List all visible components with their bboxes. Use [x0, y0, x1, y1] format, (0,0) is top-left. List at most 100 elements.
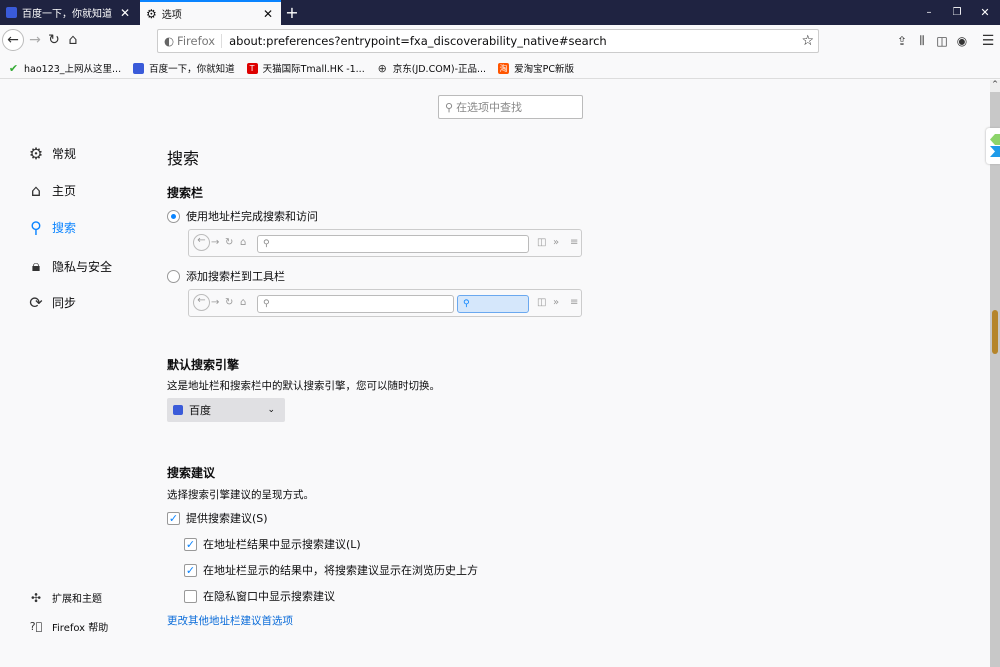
- search-icon: ⚲: [445, 100, 454, 114]
- firefox-identity-icon: ◐: [164, 34, 175, 48]
- radio-label: 使用地址栏完成搜索和访问: [186, 210, 318, 223]
- puzzle-icon: ✣: [30, 590, 42, 605]
- back-button[interactable]: ←: [2, 29, 24, 51]
- restore-button[interactable]: ❐: [946, 0, 968, 25]
- navigation-toolbar: ← → ↻ ⌂ ◐ Firefox about:preferences?entr…: [0, 25, 1000, 58]
- scrollbar-thumb[interactable]: [992, 310, 998, 354]
- bookmark-label: 天猫国际Tmall.HK -1...: [262, 64, 365, 75]
- home-icon: ⌂: [30, 181, 42, 200]
- close-tab-icon[interactable]: ✕: [263, 7, 273, 21]
- search-icon: ⚲: [30, 218, 42, 237]
- search-placeholder: 在选项中查找: [456, 101, 523, 114]
- bookmark-tmall[interactable]: T 天猫国际Tmall.HK -1...: [246, 61, 365, 75]
- forward-button[interactable]: →: [26, 30, 44, 50]
- checkbox-private-suggestions[interactable]: 在隐私窗口中显示搜索建议: [184, 588, 335, 604]
- floating-extension-badge[interactable]: [986, 128, 1000, 164]
- taobao-icon: 淘: [498, 62, 510, 74]
- tab-options[interactable]: ⚙ 选项 ✕: [140, 0, 281, 25]
- bookmarks-toolbar: ✔ hao123_上网从这里... 百度一下，你就知道 T 天猫国际Tmall.HK…: [0, 58, 1000, 79]
- radio-add-searchbar[interactable]: 添加搜索栏到工具栏: [167, 268, 285, 284]
- checkbox-label: 在地址栏结果中显示搜索建议(L): [203, 538, 361, 551]
- sidebar-item-label: Firefox 帮助: [52, 623, 109, 634]
- page-title: 搜索: [167, 149, 200, 168]
- menu-icon[interactable]: ☰: [980, 31, 996, 51]
- url-text[interactable]: about:preferences?entrypoint=fxa_discove…: [229, 34, 607, 48]
- lock-icon: 🔒︎: [31, 256, 41, 275]
- bookmark-taobao[interactable]: 淘爱淘宝PC新版: [498, 61, 574, 75]
- checkbox-label: 在地址栏显示的结果中，将搜索建议显示在浏览历史上方: [203, 564, 478, 577]
- checkbox-urlbar-suggestions[interactable]: ✓ 在地址栏结果中显示搜索建议(L): [184, 536, 361, 552]
- checkbox[interactable]: ✓: [184, 537, 197, 551]
- pocket-icon[interactable]: ⇪: [894, 31, 910, 51]
- checkbox-label: 提供搜索建议(S): [186, 512, 268, 525]
- help-icon: ?⃝: [29, 620, 43, 633]
- sync-icon: ⟳: [29, 293, 43, 312]
- sidebar-item-addons[interactable]: ✣ 扩展和主题: [28, 590, 102, 606]
- reload-button[interactable]: ↻: [45, 30, 63, 50]
- identity-label: Firefox: [177, 34, 223, 48]
- radio-urlbar-search[interactable]: 使用地址栏完成搜索和访问: [167, 208, 318, 224]
- home-button[interactable]: ⌂: [64, 30, 82, 50]
- sidebar-item-label: 主页: [52, 184, 77, 198]
- sidebar-item-label: 常规: [52, 147, 77, 161]
- searchbar-preview: ← → ↻ ⌂ ⚲ ⚲ ◫» ≡: [188, 289, 582, 317]
- minimize-button[interactable]: –: [918, 0, 940, 25]
- sidebar-item-label: 扩展和主题: [52, 594, 102, 605]
- sidebar-icon[interactable]: ◫: [934, 31, 950, 51]
- hao123-icon: ✔: [8, 61, 19, 75]
- new-tab-button[interactable]: +: [283, 0, 301, 25]
- tab-title: 选项: [161, 10, 182, 21]
- baidu-icon: [6, 7, 17, 18]
- urlbar-suggestion-prefs-link[interactable]: 更改其他地址栏建议首选项: [167, 613, 293, 628]
- bookmark-hao123[interactable]: ✔ hao123_上网从这里...: [8, 61, 122, 76]
- default-engine-select[interactable]: 百度 ⌄: [167, 398, 285, 422]
- chevron-down-icon: ⌄: [267, 405, 275, 415]
- tab-title: 百度一下，你就知道: [22, 9, 112, 20]
- suggestions-description: 选择搜索引擎建议的呈现方式。: [167, 489, 314, 501]
- checkbox[interactable]: ✓: [167, 511, 180, 525]
- baidu-icon: [133, 62, 145, 74]
- checkbox-label: 在隐私窗口中显示搜索建议: [203, 590, 335, 603]
- checkbox[interactable]: [184, 589, 197, 603]
- sidebar-item-label: 隐私与安全: [52, 259, 113, 274]
- tab-baidu[interactable]: 百度一下，你就知道 ✕: [0, 0, 138, 25]
- bookmark-jd[interactable]: ⊕ 京东(JD.COM)-正品...: [377, 61, 487, 76]
- bookmark-baidu[interactable]: 百度一下，你就知道: [133, 61, 235, 75]
- preview-urlbar: ⚲: [257, 235, 529, 253]
- close-tab-icon[interactable]: ✕: [120, 6, 130, 20]
- bookmark-label: 爱淘宝PC新版: [514, 64, 574, 75]
- checkbox-provide-suggestions[interactable]: ✓ 提供搜索建议(S): [167, 510, 268, 526]
- sidebar-item-sync[interactable]: ⟳ 同步: [28, 293, 76, 312]
- radio-label: 添加搜索栏到工具栏: [186, 270, 285, 283]
- sidebar-item-label: 搜索: [52, 221, 77, 235]
- checkbox[interactable]: ✓: [184, 563, 197, 577]
- account-icon[interactable]: ◉: [954, 31, 970, 51]
- url-bar[interactable]: ◐ Firefox about:preferences?entrypoint=f…: [157, 29, 819, 53]
- radio-button[interactable]: [167, 209, 180, 223]
- sidebar-item-help[interactable]: ?⃝ Firefox 帮助: [28, 619, 109, 634]
- bookmark-label: hao123_上网从这里...: [24, 64, 122, 75]
- radio-button[interactable]: [167, 269, 180, 283]
- search-preferences-input[interactable]: ⚲ 在选项中查找: [438, 95, 583, 119]
- sidebar-item-search[interactable]: ⚲ 搜索: [28, 218, 76, 237]
- library-icon[interactable]: ⫼: [914, 31, 930, 51]
- section-heading-suggestions: 搜索建议: [167, 466, 216, 480]
- close-window-button[interactable]: ✕: [974, 0, 996, 25]
- checkbox-suggestions-above-history[interactable]: ✓ 在地址栏显示的结果中，将搜索建议显示在浏览历史上方: [184, 562, 478, 578]
- sidebar-item-general[interactable]: ⚙ 常规: [28, 144, 76, 163]
- gear-icon: ⚙: [28, 144, 44, 163]
- star-bookmark-icon[interactable]: ☆: [801, 33, 814, 49]
- sidebar-item-privacy[interactable]: 🔒︎ 隐私与安全: [28, 256, 112, 276]
- preview-urlbar: ⚲: [257, 295, 454, 313]
- sidebar-item-label: 同步: [52, 296, 77, 310]
- engine-description: 这是地址栏和搜索栏中的默认搜索引擎，您可以随时切换。: [167, 380, 440, 392]
- sidebar-item-home[interactable]: ⌂ 主页: [28, 181, 76, 200]
- scrollbar[interactable]: ^: [990, 80, 1000, 667]
- baidu-icon: [173, 405, 183, 415]
- bookmark-label: 京东(JD.COM)-正品...: [392, 64, 487, 75]
- selected-engine: 百度: [189, 404, 211, 417]
- tmall-icon: T: [246, 62, 258, 74]
- tab-bar: 百度一下，你就知道 ✕ ⚙ 选项 ✕ + – ❐ ✕: [0, 0, 1000, 25]
- section-heading-searchbar: 搜索栏: [167, 186, 204, 200]
- scroll-up-arrow[interactable]: ^: [990, 80, 1000, 92]
